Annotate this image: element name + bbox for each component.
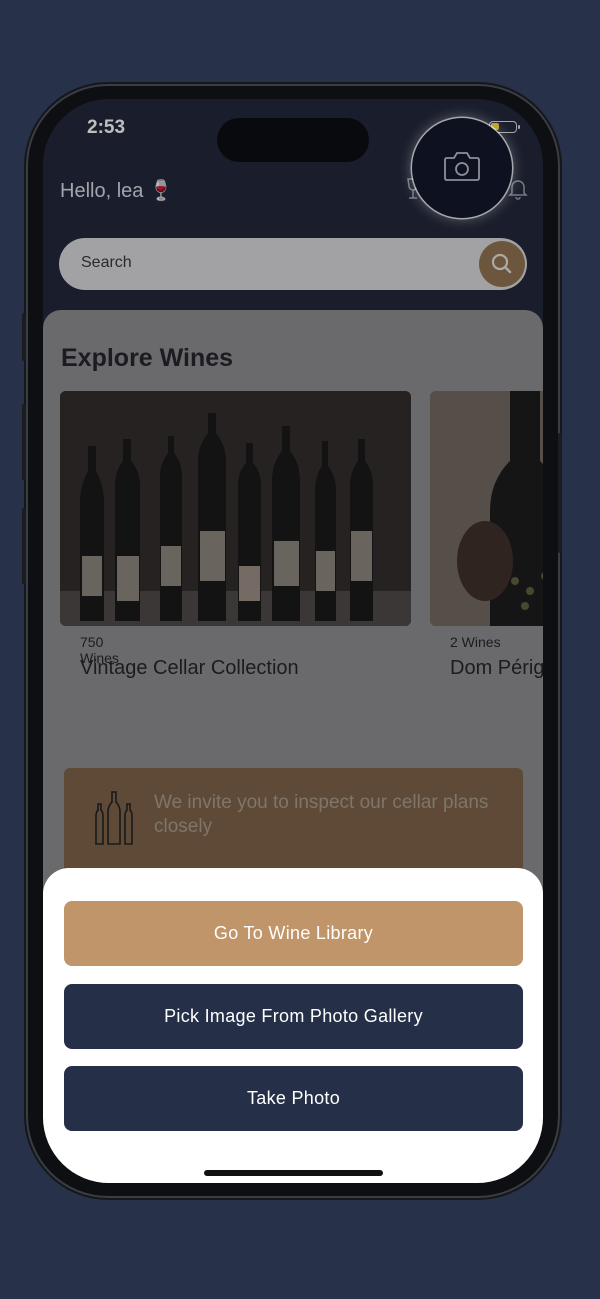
- dynamic-island: [217, 118, 369, 162]
- go-to-wine-library-button[interactable]: Go To Wine Library: [64, 901, 523, 966]
- banner-text: We invite you to inspect our cellar plan…: [154, 792, 489, 837]
- home-indicator[interactable]: [204, 1170, 383, 1176]
- search-button[interactable]: [479, 241, 525, 287]
- volume-down-button: [22, 508, 26, 584]
- action-sheet: Go To Wine Library Pick Image From Photo…: [43, 868, 543, 1183]
- search-input[interactable]: Search: [81, 254, 132, 272]
- volume-up-button: [22, 404, 26, 480]
- wine-bottles-icon: [95, 791, 133, 845]
- side-button: [22, 313, 26, 361]
- take-photo-button[interactable]: Take Photo: [64, 1066, 523, 1131]
- pick-image-gallery-button[interactable]: Pick Image From Photo Gallery: [64, 984, 523, 1049]
- app-screen: 2:53 Hello, lea 🍷 Search Explore Wines 7…: [43, 99, 543, 1183]
- search-icon: [491, 253, 512, 274]
- card-count: 2 Wines: [450, 634, 501, 650]
- power-button: [558, 433, 562, 553]
- collection-card[interactable]: 2 Wines Dom Pérignon: [430, 391, 543, 691]
- greeting-text: Hello, lea 🍷: [60, 180, 174, 202]
- card-title: Dom Pérignon: [450, 657, 543, 679]
- collection-image: [430, 391, 543, 626]
- cellar-banner[interactable]: We invite you to inspect our cellar plan…: [64, 768, 523, 878]
- search-bar[interactable]: Search: [59, 238, 527, 290]
- camera-button[interactable]: [412, 118, 512, 218]
- card-title: Vintage Cellar Collection: [80, 657, 299, 679]
- collection-image: [60, 391, 411, 626]
- status-time: 2:53: [87, 117, 126, 138]
- camera-icon: [444, 152, 480, 181]
- section-title: Explore Wines: [61, 344, 234, 372]
